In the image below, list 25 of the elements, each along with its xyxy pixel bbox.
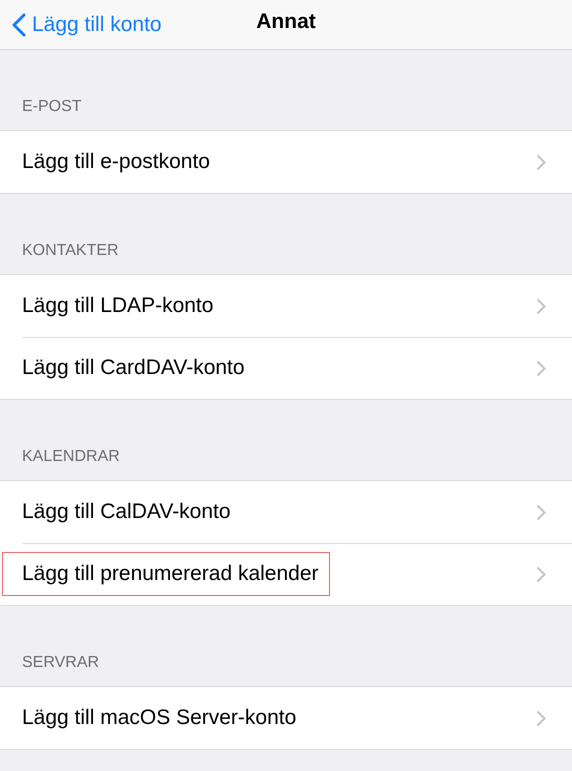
chevron-right-icon <box>536 154 546 170</box>
list-row[interactable]: Lägg till CardDAV-konto <box>0 337 572 399</box>
row-label: Lägg till LDAP-konto <box>21 293 214 319</box>
section-header: KALENDRAR <box>21 447 121 467</box>
list-row[interactable]: Lägg till LDAP-konto <box>0 275 572 337</box>
chevron-right-icon <box>536 566 546 582</box>
list-row[interactable]: Lägg till macOS Server-konto <box>0 687 572 749</box>
back-button[interactable]: Lägg till konto <box>0 4 162 44</box>
chevron-right-icon <box>536 504 546 520</box>
row-label: Lägg till e-postkonto <box>21 149 211 175</box>
row-label: Lägg till macOS Server-konto <box>21 705 298 731</box>
chevron-right-icon <box>536 298 546 314</box>
section-header: E-POST <box>21 97 83 117</box>
screen-title: Annat <box>256 10 316 34</box>
chevron-left-icon <box>12 12 26 36</box>
section-header: SERVRAR <box>21 653 100 673</box>
list-row[interactable]: Lägg till e-postkonto <box>0 131 572 193</box>
row-label: Lägg till prenumererad kalender <box>2 552 330 596</box>
row-label: Lägg till CalDAV-konto <box>21 499 232 525</box>
chevron-right-icon <box>536 360 546 376</box>
chevron-right-icon <box>536 710 546 726</box>
row-label: Lägg till CardDAV-konto <box>21 355 246 381</box>
list-row[interactable]: Lägg till CalDAV-konto <box>0 481 572 543</box>
section-header: KONTAKTER <box>21 241 120 261</box>
list-row[interactable]: Lägg till prenumererad kalender <box>0 543 572 605</box>
